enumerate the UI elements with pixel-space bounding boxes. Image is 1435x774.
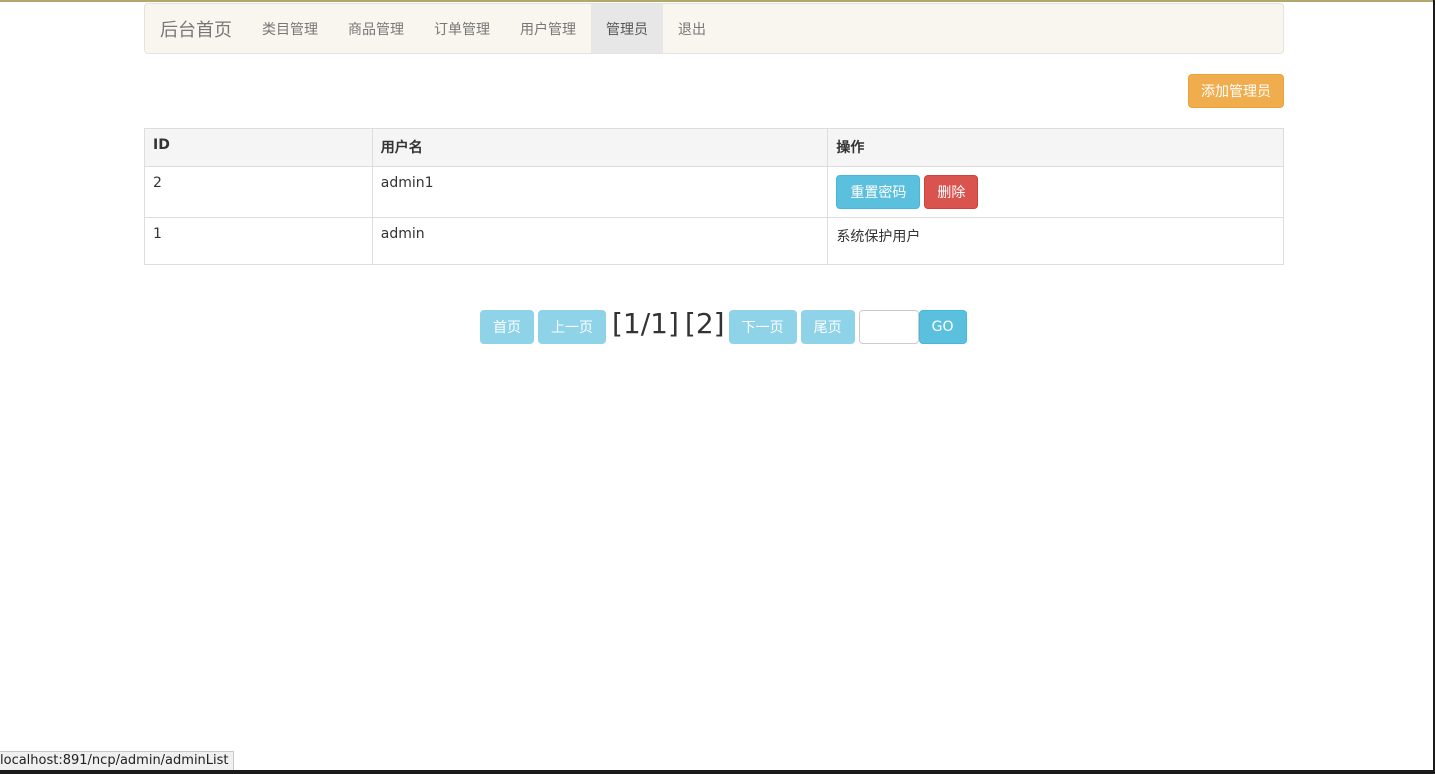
cell-username: admin bbox=[371, 217, 829, 265]
nav-item-admin[interactable]: 管理员 bbox=[591, 4, 663, 53]
go-button[interactable]: GO bbox=[918, 310, 967, 344]
table-row: 1 admin 系统保护用户 bbox=[144, 217, 1284, 265]
first-page-button[interactable]: 首页 bbox=[480, 310, 534, 344]
taskbar-edge bbox=[0, 770, 1435, 774]
reset-password-button[interactable]: 重置密码 bbox=[836, 175, 921, 209]
top-border bbox=[0, 0, 1435, 2]
status-bar-url: localhost:891/ncp/admin/adminList bbox=[0, 751, 234, 771]
nav-item-order[interactable]: 订单管理 bbox=[419, 4, 505, 53]
page-info: [1/1] bbox=[612, 307, 679, 340]
cell-username: admin1 bbox=[371, 166, 829, 218]
add-admin-button[interactable]: 添加管理员 bbox=[1188, 74, 1284, 108]
header-username: 用户名 bbox=[371, 128, 829, 167]
total-info: [2] bbox=[684, 307, 725, 340]
last-page-button[interactable]: 尾页 bbox=[800, 310, 855, 344]
nav-item-user[interactable]: 用户管理 bbox=[505, 4, 591, 53]
cell-id: 2 bbox=[144, 166, 373, 218]
pagination: 首页 上一页 [1/1] [2] 下一页 尾页 GO bbox=[480, 304, 967, 344]
cell-actions: 重置密码 删除 bbox=[827, 166, 1284, 218]
top-navbar: 后台首页 类目管理 商品管理 订单管理 用户管理 管理员 退出 bbox=[144, 3, 1284, 54]
table-row: 2 admin1 重置密码 删除 bbox=[144, 166, 1284, 218]
cell-id: 1 bbox=[144, 217, 373, 265]
header-id: ID bbox=[144, 128, 373, 167]
prev-page-button[interactable]: 上一页 bbox=[538, 310, 606, 344]
delete-button[interactable]: 删除 bbox=[924, 175, 979, 209]
navbar-brand[interactable]: 后台首页 bbox=[145, 4, 247, 53]
next-page-button[interactable]: 下一页 bbox=[728, 310, 797, 344]
header-actions: 操作 bbox=[827, 128, 1284, 167]
cell-protected-note: 系统保护用户 bbox=[827, 217, 1284, 265]
nav-item-category[interactable]: 类目管理 bbox=[247, 4, 333, 53]
table-header-row: ID 用户名 操作 bbox=[144, 128, 1284, 167]
nav-item-logout[interactable]: 退出 bbox=[663, 4, 721, 53]
nav-item-product[interactable]: 商品管理 bbox=[333, 4, 419, 53]
page-number-input[interactable] bbox=[858, 310, 919, 344]
admin-table: ID 用户名 操作 2 admin1 重置密码 删除 1 admin 系统保护用户 bbox=[144, 128, 1284, 265]
